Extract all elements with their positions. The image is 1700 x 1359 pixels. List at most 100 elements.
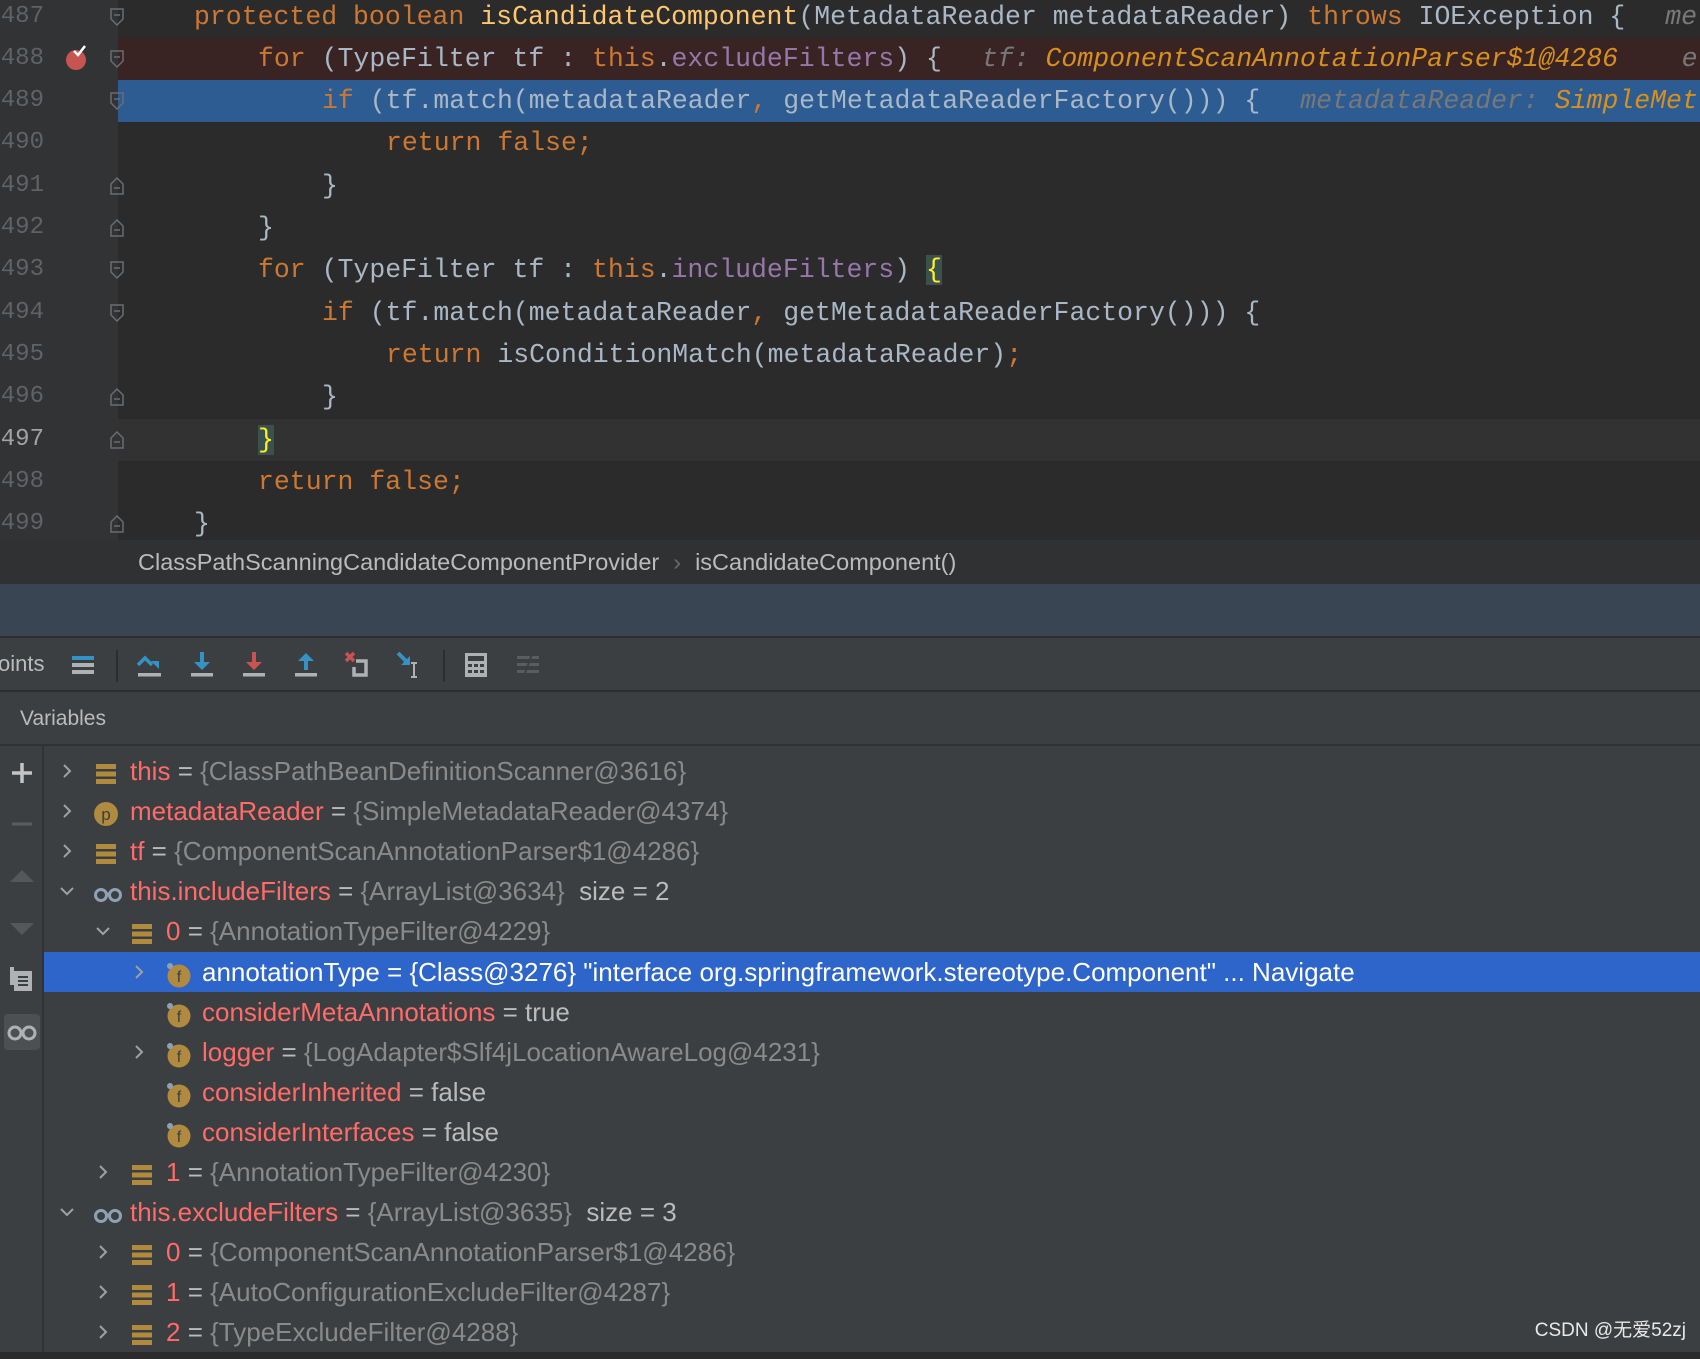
chevron-right-icon[interactable]: [59, 763, 75, 779]
chevron-down-icon[interactable]: [59, 883, 75, 899]
variable-row[interactable]: f considerInterfaces = false: [44, 1112, 1700, 1152]
code-text: if (tf.match(metadataReader, getMetadata…: [322, 80, 1698, 122]
variable-text: considerInherited = false: [202, 1072, 486, 1112]
variable-text: considerInterfaces = false: [202, 1112, 499, 1152]
chevron-right-icon[interactable]: [95, 1164, 111, 1180]
code-token: (tf.match(metadataReader: [369, 297, 752, 328]
fold-icon[interactable]: [110, 303, 124, 322]
line-number[interactable]: 495: [0, 334, 44, 376]
line-number[interactable]: 489: [0, 80, 44, 122]
chevron-right-icon[interactable]: [95, 1324, 111, 1340]
line-number[interactable]: 490: [0, 122, 44, 164]
variable-row[interactable]: 2 = {TypeExcludeFilter@4288}: [44, 1312, 1700, 1352]
line-number[interactable]: 488: [0, 38, 44, 80]
fold-icon[interactable]: [110, 515, 124, 533]
variable-row[interactable]: 1 = {AutoConfigurationExcludeFilter@4287…: [44, 1272, 1700, 1312]
code-line[interactable]: 491}: [0, 165, 1700, 207]
line-number[interactable]: 498: [0, 461, 44, 503]
breakpoints-tab-label[interactable]: oints: [0, 638, 44, 690]
chevron-right-icon[interactable]: [131, 964, 147, 980]
variable-row[interactable]: p metadataReader = {SimpleMetadataReader@…: [44, 791, 1700, 831]
line-number[interactable]: 493: [0, 249, 44, 291]
step-out-icon[interactable]: [290, 649, 322, 681]
variable-row[interactable]: f annotationType = {Class@3276} "interfac…: [44, 951, 1700, 992]
move-up-icon[interactable]: [4, 858, 40, 894]
variable-row[interactable]: 0 = {AnnotationTypeFilter@4229}: [44, 911, 1700, 951]
chevron-right-icon[interactable]: [95, 1284, 111, 1300]
variable-row[interactable]: 0 = {ComponentScanAnnotationParser$1@428…: [44, 1232, 1700, 1272]
variable-row[interactable]: this.includeFilters = {ArrayList@3634} s…: [44, 871, 1700, 911]
code-editor[interactable]: 487 protected boolean isCandidateComponen…: [0, 0, 1700, 540]
variables-tree[interactable]: this = {ClassPathBeanDefinitionScanner@3…: [44, 746, 1700, 1352]
step-into-icon[interactable]: [186, 649, 218, 681]
line-number[interactable]: 487: [0, 0, 44, 38]
code-line[interactable]: 489 if (tf.match(metadataReader, getMetad…: [0, 80, 1700, 123]
chevron-right-icon[interactable]: [131, 1044, 147, 1060]
variable-text: 1 = {AnnotationTypeFilter@4230}: [166, 1152, 550, 1192]
variable-row[interactable]: f logger = {LogAdapter$Slf4jLocationAware…: [44, 1032, 1700, 1072]
run-to-cursor-icon[interactable]: [394, 649, 426, 681]
fold-icon[interactable]: [110, 430, 124, 449]
variable-row[interactable]: 1 = {AnnotationTypeFilter@4230}: [44, 1152, 1700, 1192]
breadcrumb-method[interactable]: isCandidateComponent(): [695, 549, 956, 575]
fold-icon[interactable]: [110, 219, 124, 237]
code-token: isCandidateComponent: [480, 1, 799, 32]
line-number[interactable]: 491: [0, 165, 44, 207]
fold-icon[interactable]: [110, 388, 124, 406]
line-number[interactable]: 497: [0, 419, 44, 461]
fold-icon[interactable]: [110, 50, 124, 68]
trace-current-stream-icon[interactable]: [512, 649, 544, 681]
fold-icon[interactable]: [110, 92, 124, 111]
inline-debug-value[interactable]: tf: ComponentScanAnnotationParser$1@4286…: [982, 44, 1698, 74]
evaluate-expression-icon[interactable]: [460, 649, 492, 681]
line-number[interactable]: 494: [0, 292, 44, 334]
code-line[interactable]: 498 return false;: [0, 461, 1700, 503]
chevron-down-icon[interactable]: [95, 923, 111, 939]
chevron-right-icon[interactable]: [95, 1244, 111, 1260]
code-line[interactable]: 495 return isConditionMatch(metadataReade…: [0, 334, 1700, 376]
variable-row[interactable]: this.excludeFilters = {ArrayList@3635} s…: [44, 1192, 1700, 1232]
variable-row[interactable]: f considerInherited = false: [44, 1072, 1700, 1112]
line-number[interactable]: 499: [0, 503, 44, 540]
code-line[interactable]: 494 if (tf.match(metadataReader, getMetad…: [0, 292, 1700, 334]
variable-row[interactable]: tf = {ComponentScanAnnotationParser$1@42…: [44, 831, 1700, 871]
copy-icon[interactable]: [4, 961, 40, 997]
variable-value: false: [431, 1076, 487, 1107]
code-line[interactable]: 487 protected boolean isCandidateComponen…: [0, 0, 1700, 38]
step-over-icon[interactable]: [134, 649, 166, 681]
line-number[interactable]: 492: [0, 207, 44, 249]
inline-debug-value[interactable]: me: [1665, 2, 1697, 32]
code-token: }: [258, 213, 274, 243]
breadcrumb-class[interactable]: ClassPathScanningCandidateComponentProvi…: [138, 549, 659, 575]
inline-debug-value[interactable]: metadataReader: SimpleMet: [1300, 86, 1698, 116]
code-line[interactable]: 497}: [0, 418, 1700, 461]
chevron-right-icon[interactable]: [59, 803, 75, 819]
show-execution-point-icon[interactable]: [67, 649, 99, 681]
code-token: ,: [751, 86, 784, 117]
drop-frame-icon[interactable]: [342, 649, 374, 681]
code-line[interactable]: 490 return false;: [0, 122, 1700, 164]
collection-size: size = 3: [586, 1197, 677, 1228]
breakpoint-icon[interactable]: [64, 45, 88, 71]
variables-title: Variables: [20, 707, 106, 730]
fold-icon[interactable]: [110, 261, 124, 280]
move-down-icon[interactable]: [4, 911, 40, 947]
add-watch-icon[interactable]: [4, 755, 40, 791]
chevron-down-icon[interactable]: [59, 1204, 75, 1220]
variable-value: {Class@3276} "interface org.springframew…: [409, 956, 1355, 987]
show-watches-icon[interactable]: [4, 1014, 40, 1050]
variable-name: 0: [166, 916, 181, 947]
code-line[interactable]: 488 for (TypeFilter tf : this.excludeFilt…: [0, 37, 1700, 81]
fold-icon[interactable]: [110, 176, 124, 195]
variable-row[interactable]: this = {ClassPathBeanDefinitionScanner@3…: [44, 751, 1700, 791]
code-line[interactable]: 499}: [0, 503, 1700, 540]
code-line[interactable]: 493 for (TypeFilter tf : this.includeFilt…: [0, 249, 1700, 291]
fold-icon[interactable]: [110, 7, 124, 26]
code-line[interactable]: 496}: [0, 376, 1700, 418]
line-number[interactable]: 496: [0, 376, 44, 418]
variable-row[interactable]: f considerMetaAnnotations = true: [44, 992, 1700, 1032]
code-line[interactable]: 492}: [0, 207, 1700, 249]
chevron-right-icon[interactable]: [59, 843, 75, 859]
force-step-into-icon[interactable]: [238, 649, 270, 681]
remove-watch-icon[interactable]: [4, 806, 40, 842]
